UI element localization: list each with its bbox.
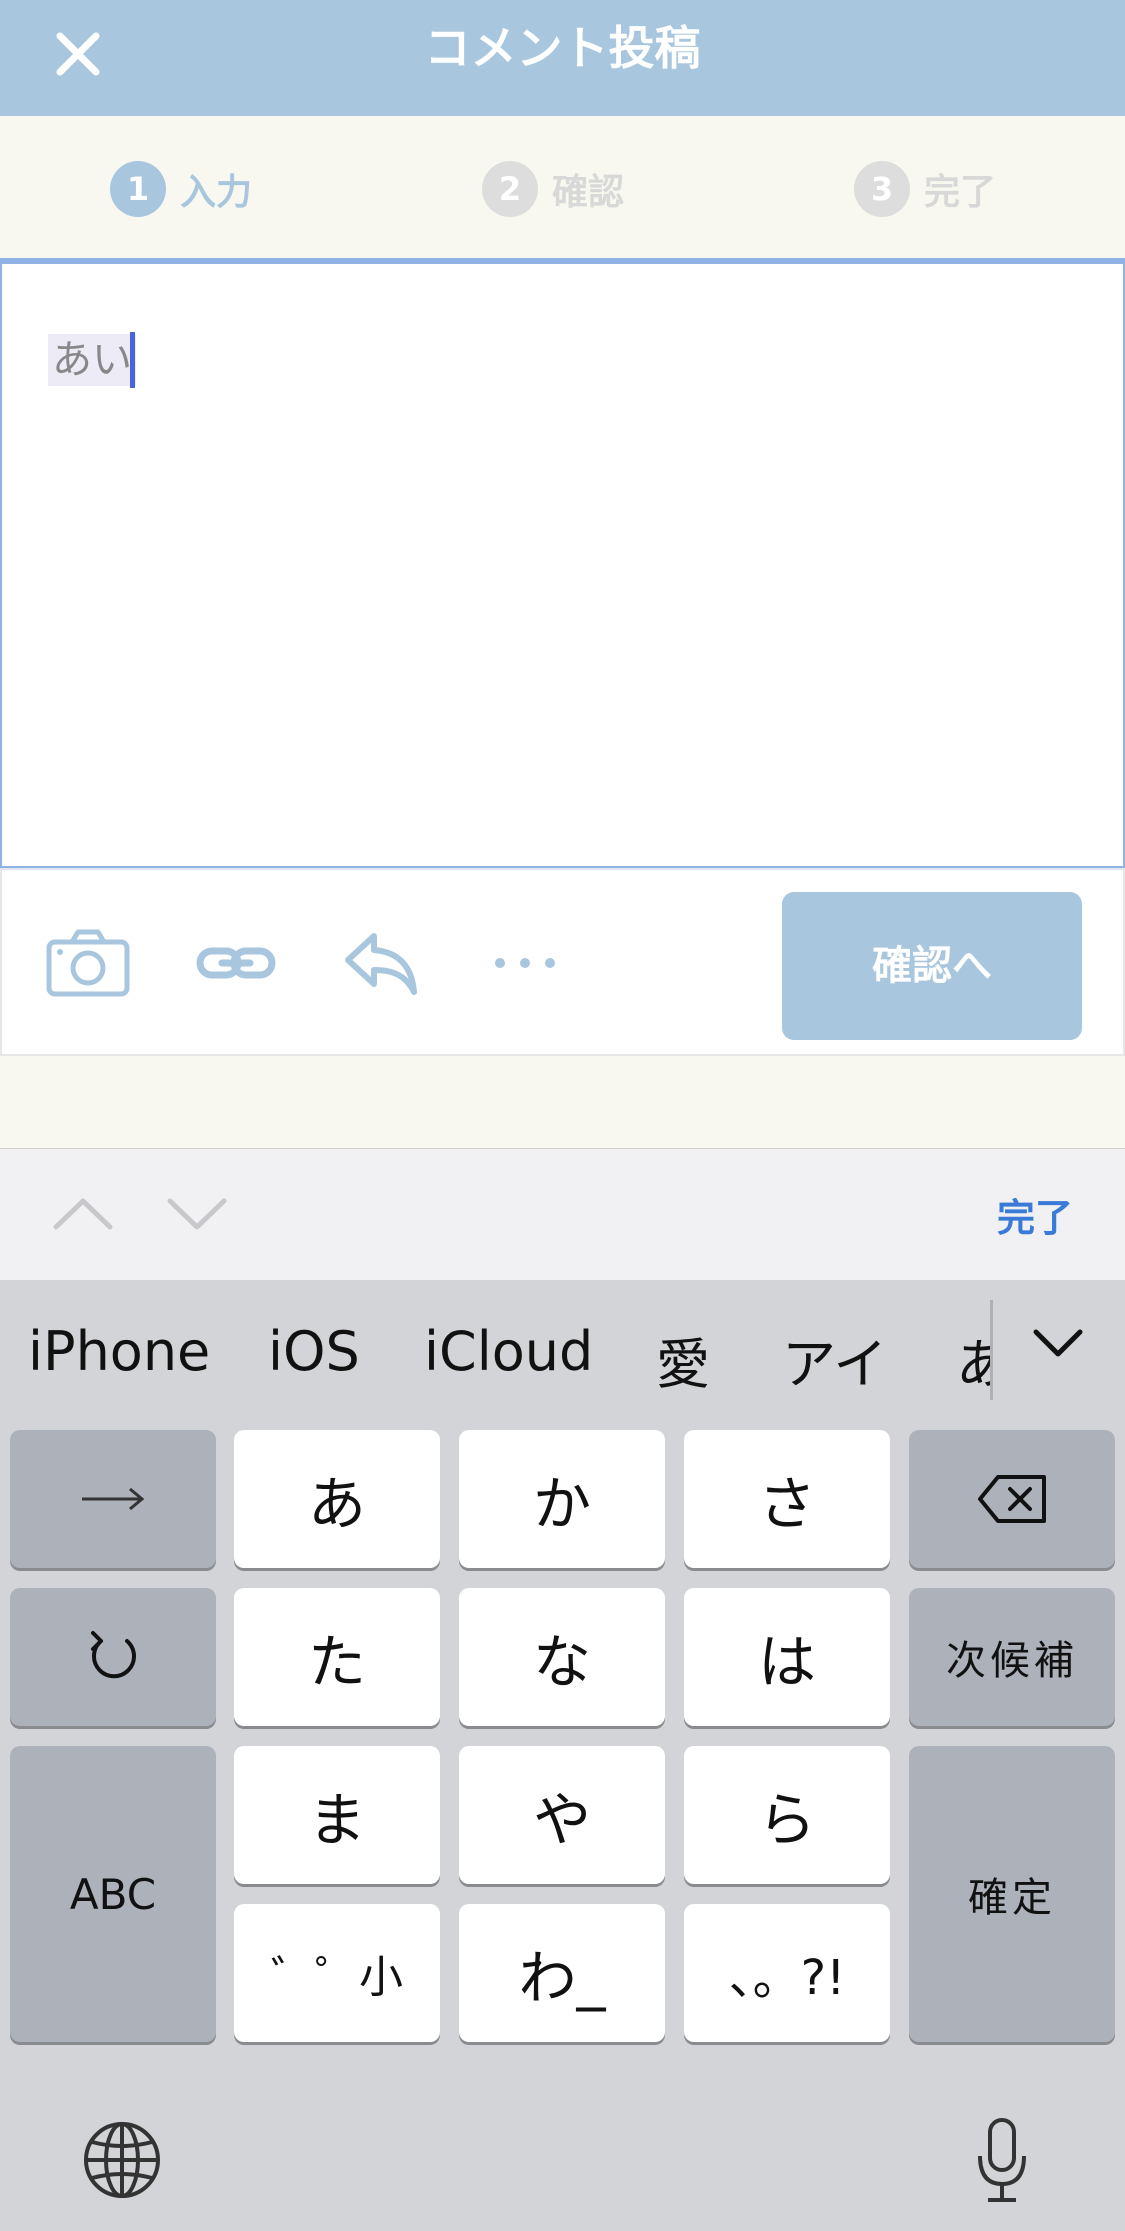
arrow-right-key[interactable]: [10, 1430, 216, 1568]
step-confirm: 2 確認: [482, 158, 624, 220]
link-icon[interactable]: [196, 928, 276, 998]
text-caret: [130, 332, 135, 388]
page-title: コメント投稿: [424, 21, 701, 75]
more-icon[interactable]: [490, 928, 560, 998]
candidate-item[interactable]: iOS: [268, 1320, 360, 1383]
japanese-keyboard: iPhone iOS iCloud 愛 アイ あ あ か さ た な は 次候補…: [0, 1280, 1125, 2231]
undo-icon: [91, 1631, 136, 1679]
arrow-right-icon: [82, 1487, 145, 1511]
kana-key-ta[interactable]: た: [234, 1588, 440, 1726]
step-label: 入力: [180, 172, 253, 213]
candidate-item[interactable]: 愛: [656, 1320, 710, 1399]
abc-label: ABC: [69, 1869, 157, 1919]
next-candidate-label: 次候補: [946, 1638, 1078, 1684]
confirm-key-label: 確定: [968, 1875, 1056, 1921]
step-label: 確認: [552, 172, 625, 213]
close-icon: [56, 32, 100, 76]
step-number: 3: [854, 161, 910, 217]
step-input: 1 入力: [110, 158, 252, 220]
comment-text: あい: [48, 334, 136, 386]
next-candidate-key[interactable]: 次候補: [909, 1588, 1115, 1726]
step-number: 2: [482, 161, 538, 217]
kana-key-sa[interactable]: さ: [684, 1430, 890, 1568]
compose-toolbar: 確認へ: [0, 868, 1125, 1056]
dakuten-key[interactable]: ゛゜小: [234, 1904, 440, 2042]
step-label: 完了: [924, 172, 997, 213]
microphone-icon[interactable]: [972, 2116, 1032, 2206]
close-button[interactable]: [42, 18, 114, 90]
globe-icon[interactable]: [82, 2120, 162, 2200]
candidate-item[interactable]: iPhone: [28, 1320, 210, 1383]
abc-key[interactable]: ABC: [10, 1746, 216, 2042]
kana-key-wa[interactable]: わ_: [459, 1904, 665, 2042]
chevron-up-icon[interactable]: [48, 1189, 118, 1239]
divider: [990, 1300, 993, 1400]
step-complete: 3 完了: [854, 158, 996, 220]
confirm-key[interactable]: 確定: [909, 1746, 1115, 2042]
spacer: [0, 1056, 1125, 1148]
reply-icon[interactable]: [342, 928, 420, 998]
kana-key-ka[interactable]: か: [459, 1430, 665, 1568]
kana-key-ha[interactable]: は: [684, 1588, 890, 1726]
camera-icon[interactable]: [46, 928, 130, 998]
step-indicator: 1 入力 2 確認 3 完了: [0, 116, 1125, 258]
comment-textarea[interactable]: あい: [0, 258, 1125, 868]
candidate-item[interactable]: アイ: [782, 1320, 887, 1399]
kana-key-a[interactable]: あ: [234, 1430, 440, 1568]
step-number: 1: [110, 161, 166, 217]
backspace-key[interactable]: [909, 1430, 1115, 1568]
candidate-item[interactable]: iCloud: [424, 1320, 593, 1383]
done-button[interactable]: 完了: [997, 1187, 1073, 1242]
undo-key[interactable]: [10, 1588, 216, 1726]
candidate-bar: iPhone iOS iCloud 愛 アイ あ: [0, 1280, 1125, 1420]
expand-candidates-icon[interactable]: [1030, 1324, 1086, 1364]
confirm-button[interactable]: 確認へ: [782, 892, 1082, 1040]
backspace-icon: [978, 1475, 1046, 1523]
candidate-item[interactable]: あ: [956, 1320, 990, 1399]
kana-key-ra[interactable]: ら: [684, 1746, 890, 1884]
kana-key-na[interactable]: な: [459, 1588, 665, 1726]
kana-key-ma[interactable]: ま: [234, 1746, 440, 1884]
kana-key-ya[interactable]: や: [459, 1746, 665, 1884]
punctuation-key[interactable]: 、。?!: [684, 1904, 890, 2042]
chevron-down-icon[interactable]: [162, 1189, 232, 1239]
header-bar: コメント投稿: [0, 0, 1125, 116]
keyboard-accessory-bar: 完了: [0, 1148, 1125, 1280]
